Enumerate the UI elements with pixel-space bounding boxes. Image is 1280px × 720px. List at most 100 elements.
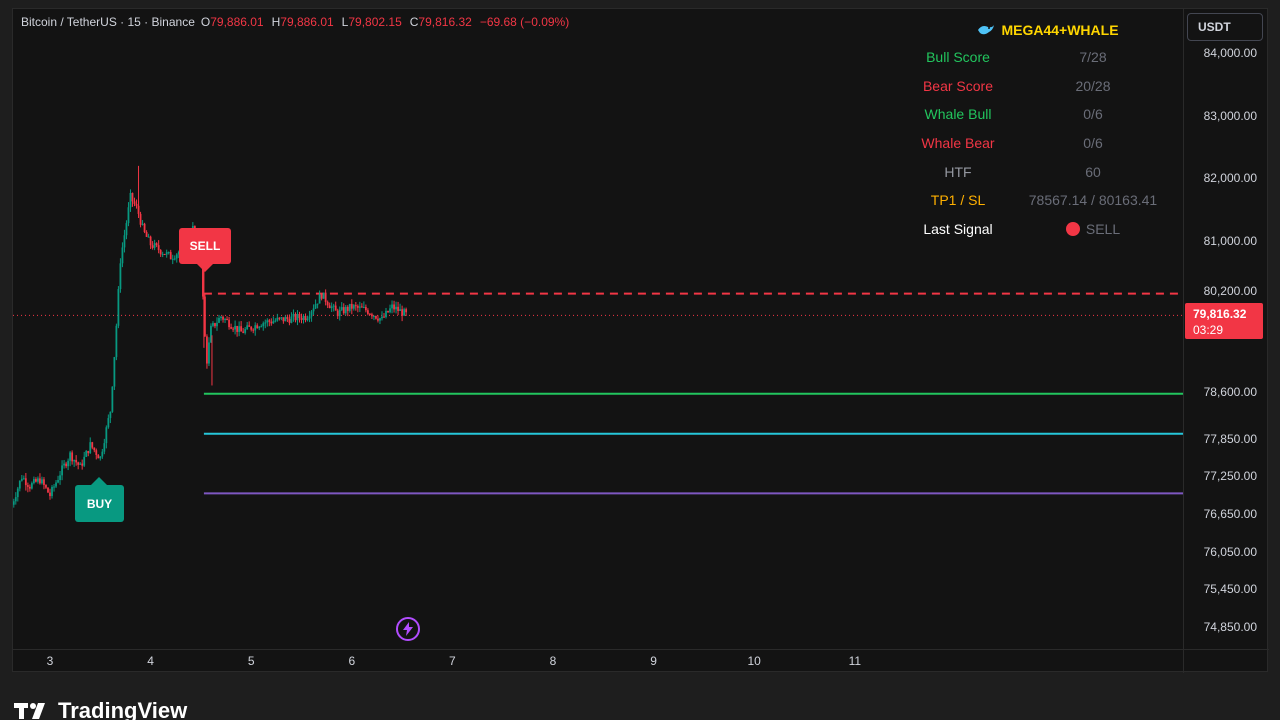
candle-body <box>278 317 281 319</box>
candle-body <box>59 475 61 481</box>
candle-body <box>296 314 299 321</box>
candle-body <box>105 427 108 444</box>
candle-body <box>244 329 247 333</box>
candle-body <box>39 478 41 484</box>
indicator-row: TP1 / SL 78567.14 / 80163.41 <box>898 186 1178 215</box>
time-axis[interactable]: 3 4 5 6 7 8 9 10 11 <box>13 649 1183 673</box>
indicator-row-value: 0/6 <box>1083 106 1103 123</box>
price-tick-label: 77,250.00 <box>1203 469 1257 484</box>
candle-body <box>119 263 122 290</box>
candle-body <box>212 323 214 326</box>
candle-body <box>326 301 329 306</box>
candle-body <box>216 322 218 327</box>
candle-body <box>288 318 291 323</box>
candle-body <box>318 294 321 304</box>
candle-body <box>35 479 37 482</box>
sell-signal-label: SELL <box>179 228 231 272</box>
candle-body <box>266 320 269 323</box>
last-signal-text: SELL <box>1085 220 1121 237</box>
symbol-name[interactable]: Bitcoin / TetherUS · 15 · Binance <box>21 15 195 29</box>
tradingview-logo-icon <box>14 703 45 719</box>
candle-body <box>218 317 220 323</box>
whale-icon <box>978 25 995 35</box>
candle-body <box>145 231 148 237</box>
candle-body <box>55 482 57 487</box>
candle-body <box>294 313 297 321</box>
currency-button[interactable]: USDT <box>1187 13 1263 41</box>
candle-body <box>16 488 19 498</box>
candle-body <box>234 325 237 330</box>
candle-body <box>397 306 399 311</box>
candle-body <box>350 303 353 309</box>
candle-body <box>226 318 228 320</box>
time-tick-label: 10 <box>747 654 761 668</box>
candle-body <box>371 314 373 317</box>
candle-body <box>356 306 359 308</box>
indicator-table: MEGA44+WHALE Bull Score 7/28 Bear Score 20/… <box>898 17 1178 243</box>
candle-body <box>111 386 114 412</box>
candle-body <box>214 323 216 327</box>
candle-body <box>258 326 261 329</box>
time-tick-label: 8 <box>549 654 557 668</box>
candle-body <box>163 254 166 256</box>
candle-body <box>97 454 100 459</box>
candle-body <box>20 478 23 481</box>
candle-body <box>45 484 47 488</box>
time-tick-label: 6 <box>348 654 356 668</box>
candle-body <box>264 322 267 324</box>
candle-body <box>274 320 277 322</box>
time-tick-label: 4 <box>147 654 154 668</box>
candle-body <box>320 294 323 299</box>
indicator-row: Last Signal SELL <box>898 215 1178 244</box>
indicator-row-value: 60 <box>1085 163 1101 180</box>
candle-body <box>30 483 33 489</box>
candle-body <box>165 252 168 255</box>
candle-body <box>49 492 51 497</box>
candle-body <box>254 325 257 331</box>
indicator-row: Whale Bear 0/6 <box>898 129 1178 158</box>
indicator-row-label: Whale Bull <box>924 106 992 123</box>
time-tick-label: 7 <box>449 654 456 668</box>
candle-body <box>324 292 327 302</box>
candle-body <box>169 252 172 260</box>
open-value: 79,886.01 <box>210 15 264 29</box>
candle-body <box>129 192 132 208</box>
candle-body <box>270 321 273 324</box>
candle-body <box>151 245 154 248</box>
candle-body <box>47 487 49 493</box>
candle-body <box>232 328 234 330</box>
candle-body <box>308 316 311 319</box>
candle-body <box>389 308 391 313</box>
candle-body <box>175 254 178 259</box>
candle-body <box>220 316 222 318</box>
candle-body <box>33 479 35 484</box>
low-label: L <box>341 15 349 29</box>
price-tick-label: 75,450.00 <box>1203 582 1257 597</box>
candle-body <box>336 310 339 317</box>
candle-body <box>354 305 357 307</box>
candle-body <box>161 254 164 256</box>
candle-body <box>346 306 349 311</box>
candle-body <box>89 442 92 454</box>
candle-body <box>250 326 253 330</box>
candle-body <box>57 480 59 483</box>
candle-body <box>117 289 120 326</box>
candle-body <box>391 304 393 309</box>
indicator-row-label: Bear Score <box>922 77 994 94</box>
candle-body <box>149 236 152 246</box>
candle-body <box>282 317 285 322</box>
tradingview-brand: TradingView <box>14 698 187 720</box>
candle-body <box>41 479 43 484</box>
lightning-icon[interactable] <box>396 617 420 641</box>
candle-body <box>228 319 230 328</box>
candle-body <box>369 313 371 315</box>
ohlc-legend: Bitcoin / TetherUS · 15 · Binance O 79,8… <box>21 15 577 29</box>
candle-body <box>276 317 279 321</box>
candle-body <box>51 486 53 497</box>
candle-body <box>332 305 335 307</box>
candle-body <box>24 478 27 486</box>
chart-plot-area[interactable]: Bitcoin / TetherUS · 15 · Binance O 79,8… <box>13 9 1183 649</box>
price-tick-label: 83,000.00 <box>1203 108 1257 123</box>
candle-body <box>334 305 337 311</box>
candle-body <box>286 317 289 319</box>
